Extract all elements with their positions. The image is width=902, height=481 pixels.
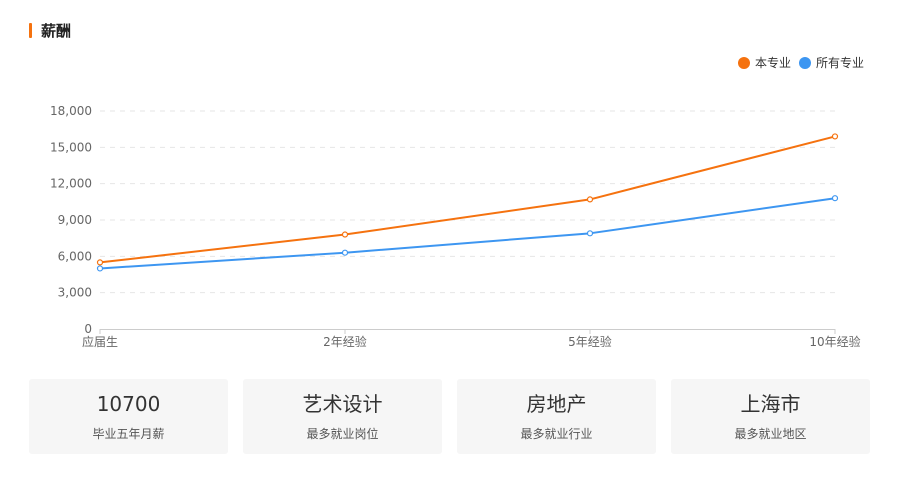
- data-point: [586, 230, 594, 237]
- card-label-industry: 最多就业行业: [520, 427, 593, 441]
- card-value-region: 上海市: [740, 392, 801, 416]
- x-tick-label: 应届生: [82, 334, 118, 349]
- x-tick-label: 5年经验: [568, 334, 612, 349]
- data-point: [586, 196, 594, 203]
- data-point: [96, 265, 104, 272]
- summary-card-region: 上海市 最多就业地区: [671, 379, 870, 454]
- y-tick-label: 0: [84, 322, 92, 336]
- card-value-industry: 房地产: [526, 392, 587, 416]
- x-tick-label: 2年经验: [323, 334, 367, 349]
- x-tick-label: 10年经验: [809, 334, 860, 349]
- summary-card-industry: 房地产 最多就业行业: [457, 379, 656, 454]
- data-point: [831, 195, 839, 202]
- card-label-region: 最多就业地区: [734, 427, 807, 441]
- summary-card-salary: 10700 毕业五年月薪: [29, 379, 228, 454]
- card-value-position: 艺术设计: [302, 392, 383, 416]
- summary-cards: 10700 毕业五年月薪 艺术设计 最多就业岗位 房地产 最多就业行业 上海市 …: [29, 379, 870, 454]
- y-tick-label: 12,000: [50, 177, 92, 191]
- card-label-position: 最多就业岗位: [306, 427, 379, 441]
- summary-card-position: 艺术设计 最多就业岗位: [243, 379, 442, 454]
- y-tick-label: 3,000: [58, 286, 92, 300]
- data-point: [96, 259, 104, 266]
- y-tick-label: 9,000: [58, 213, 92, 227]
- salary-line-chart: 0 3,000 6,000 9,000 12,000 15,000 18,000 应届生 2年经…: [50, 104, 861, 349]
- series-line-1: [99, 197, 836, 270]
- card-label-salary: 毕业五年月薪: [92, 427, 165, 441]
- data-point: [341, 231, 349, 238]
- data-point: [341, 249, 349, 256]
- y-tick-label: 6,000: [58, 249, 92, 263]
- data-point: [831, 133, 839, 140]
- y-tick-label: 18,000: [50, 104, 92, 118]
- card-value-salary: 10700: [96, 392, 161, 416]
- y-tick-label: 15,000: [50, 140, 92, 154]
